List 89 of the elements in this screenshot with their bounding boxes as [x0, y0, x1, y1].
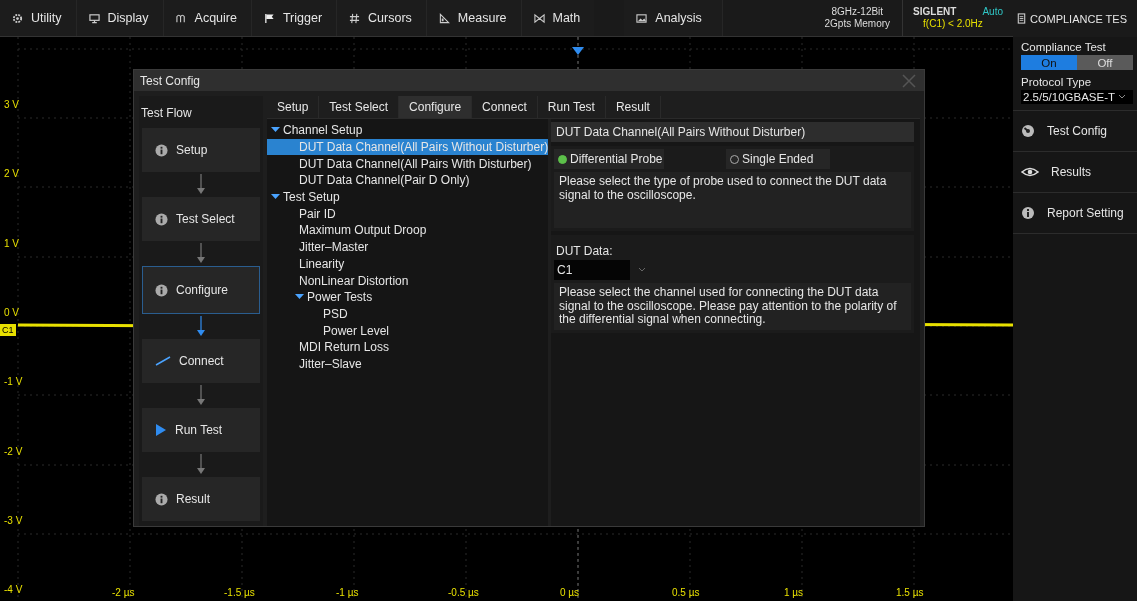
- info-icon: [155, 143, 168, 157]
- axis-label: -4 V: [4, 584, 23, 596]
- panel-menu-item[interactable]: Test Config: [1013, 111, 1137, 152]
- tree-item[interactable]: NonLinear Distortion: [267, 272, 548, 289]
- flow-step[interactable]: Run Test: [142, 408, 260, 452]
- bowtie-icon: [533, 12, 545, 24]
- field-label: DUT Data:: [555, 243, 614, 260]
- hash-icon: [349, 12, 361, 24]
- tree-item[interactable]: Power Tests: [267, 288, 548, 306]
- play-icon: [155, 424, 167, 436]
- axis-label: -1 V: [4, 376, 23, 388]
- brand-label: SIGLENT: [913, 6, 957, 18]
- trigger-marker-icon: [572, 47, 584, 55]
- tree-item[interactable]: Pair ID: [267, 205, 548, 223]
- document-icon: [1016, 13, 1027, 24]
- ramp-icon: [438, 12, 450, 24]
- flow-step[interactable]: Setup: [142, 128, 260, 172]
- frequency-readout: f(C1) < 2.0Hz: [922, 18, 984, 30]
- tab[interactable]: Run Test: [537, 96, 606, 118]
- axis-label: 0 µs: [560, 587, 580, 598]
- panel-menu-item[interactable]: Results: [1013, 152, 1137, 193]
- caret-icon: [271, 126, 280, 135]
- caret-icon: [295, 293, 304, 302]
- gear-icon: [12, 12, 23, 24]
- flow-step[interactable]: Connect: [142, 339, 260, 383]
- caret-icon: [271, 193, 280, 202]
- help-text: Please select the type of probe used to connect the DUT data signal to the oscilloscope.: [554, 172, 911, 228]
- image-icon: [636, 12, 648, 24]
- protocol-dropdown[interactable]: 2.5/5/10GBASE-T: [1021, 90, 1133, 104]
- eye-icon: [1021, 166, 1039, 178]
- tree-item[interactable]: MDI Return Loss: [267, 338, 548, 356]
- section-heading: DUT Data Channel(All Pairs Without Disturber): [551, 122, 914, 142]
- tree-item[interactable]: Jitter–Slave: [267, 355, 548, 373]
- panel-menu-item[interactable]: Report Setting: [1013, 193, 1137, 234]
- flow-title: Test Flow: [140, 105, 193, 122]
- setting-label: Compliance Test: [1021, 41, 1107, 53]
- tree-item[interactable]: Test Setup: [267, 188, 548, 206]
- axis-label: -1 µs: [336, 587, 359, 598]
- axis-label: 1 V: [4, 237, 19, 249]
- axis-label: 0.5 µs: [672, 587, 700, 598]
- info-icon: [155, 212, 168, 226]
- radio-option[interactable]: Single Ended: [726, 149, 830, 169]
- chevron-icon: [638, 267, 646, 273]
- channel-tag: C1: [0, 324, 16, 336]
- axis-label: -3 V: [4, 514, 23, 526]
- flow-step[interactable]: Configure: [142, 266, 260, 314]
- close-button[interactable]: [902, 73, 916, 88]
- tree-item[interactable]: PSD: [267, 305, 548, 323]
- toggle-option[interactable]: Off: [1077, 55, 1133, 70]
- axis-label: -0.5 µs: [448, 587, 479, 598]
- tab[interactable]: Result: [605, 96, 661, 118]
- axis-label: 1.5 µs: [896, 587, 924, 598]
- dialog-title: Test Config: [140, 73, 201, 88]
- wave-icon: [175, 12, 187, 24]
- panel-title: COMPLIANCE TES: [1030, 12, 1127, 25]
- tree-item[interactable]: Channel Setup: [267, 122, 548, 139]
- axis-label: 3 V: [4, 99, 19, 110]
- monitor-icon: [88, 12, 100, 24]
- tree-item[interactable]: Maximum Output Droop: [267, 222, 548, 239]
- flag-icon: [263, 12, 275, 24]
- help-text: Please select the channel used for connecting the DUT data signal to the oscilloscope. Please pay attention to the polarity of the differential signal when connecting.: [554, 283, 911, 330]
- chevron-icon: [1118, 94, 1127, 100]
- radio-option[interactable]: Differential Probe: [554, 149, 664, 169]
- info-icon: [155, 492, 168, 506]
- tree-item[interactable]: Linearity: [267, 255, 548, 273]
- tree-item[interactable]: Power Level: [267, 322, 548, 339]
- flow-step[interactable]: Test Select: [142, 197, 260, 241]
- tab[interactable]: Configure: [399, 96, 473, 118]
- axis-label: 1 µs: [784, 587, 804, 598]
- gauge-icon: [1021, 124, 1035, 138]
- tree-item[interactable]: DUT Data Channel(All Pairs With Disturber): [267, 155, 548, 173]
- info-icon: [1021, 206, 1035, 220]
- axis-label: 0 V: [4, 306, 19, 318]
- tab[interactable]: Setup: [267, 96, 320, 118]
- axis-label: -2 µs: [112, 587, 135, 598]
- axis-label: -2 V: [4, 445, 23, 457]
- tree-item[interactable]: Jitter–Master: [267, 238, 548, 256]
- line-icon: [155, 356, 171, 366]
- close-icon: [902, 73, 916, 88]
- flow-step[interactable]: Result: [142, 477, 260, 521]
- axis-label: -1.5 µs: [224, 587, 255, 598]
- tab[interactable]: Connect: [472, 96, 538, 118]
- trigger-mode: Auto: [982, 6, 1003, 18]
- setting-label: Protocol Type: [1021, 76, 1093, 88]
- axis-label: 2 V: [4, 168, 19, 180]
- spec-info: 8GHz-12Bit 2Gpts Memory: [812, 0, 904, 36]
- info-icon: [155, 283, 168, 297]
- toggle-option[interactable]: On: [1021, 55, 1077, 70]
- tree-item[interactable]: DUT Data Channel(Pair D Only): [267, 172, 548, 189]
